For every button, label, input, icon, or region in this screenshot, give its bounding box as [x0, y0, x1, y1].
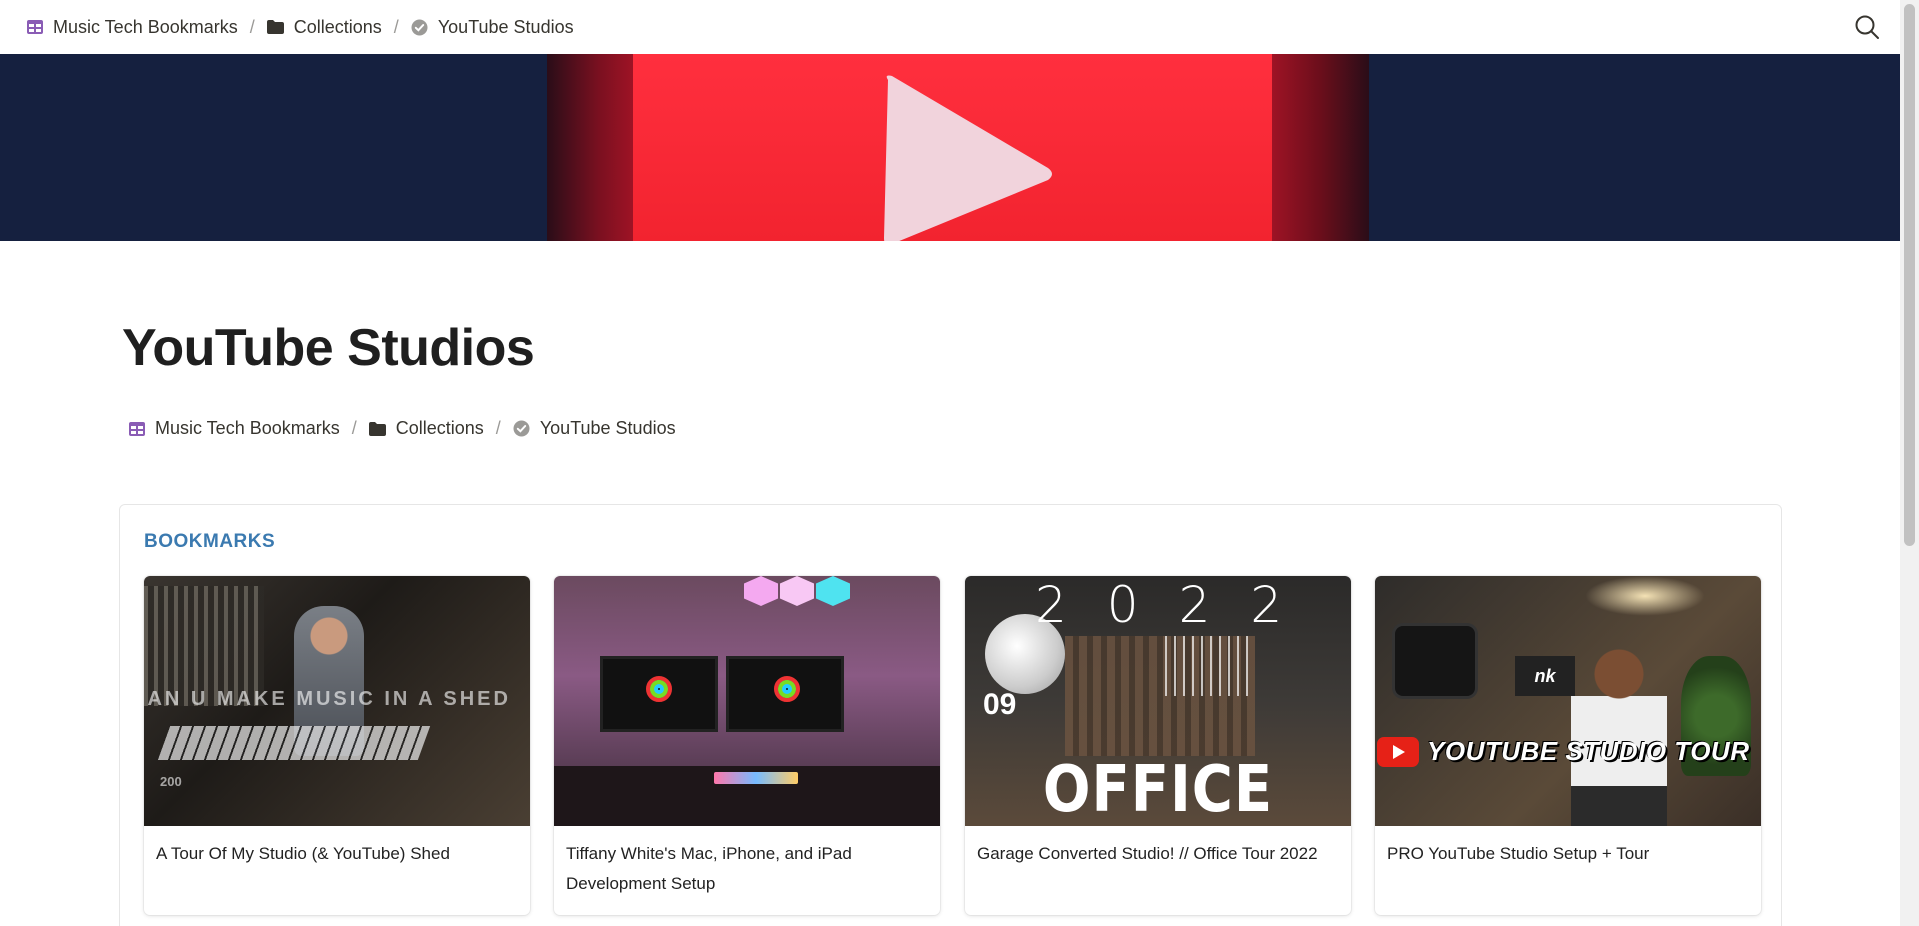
breadcrumb-label: YouTube Studios	[437, 16, 574, 37]
thumb-person	[1571, 636, 1667, 826]
thumb-light-bars	[1165, 636, 1255, 696]
thumb-overlay-number: 09	[983, 688, 1017, 721]
youtube-logo-icon	[1377, 736, 1419, 767]
bookmark-thumbnail: CAN U MAKE MUSIC IN A SHED 200	[144, 576, 530, 826]
thumb-lamp	[1585, 576, 1705, 616]
breadcrumb-separator: /	[351, 418, 357, 438]
breadcrumb-item-youtube-studios[interactable]: YouTube Studios	[411, 17, 574, 38]
breadcrumb-item-music-tech-bookmarks[interactable]: Music Tech Bookmarks	[26, 17, 238, 38]
bookmark-thumbnail: nk YOUTUBE STUDIO TOUR	[1375, 576, 1761, 826]
table-icon	[26, 18, 44, 36]
banner-shadow-left	[547, 54, 633, 241]
breadcrumb-separator: /	[249, 16, 255, 37]
thumb-sign: nk	[1515, 656, 1575, 696]
verified-badge-icon	[513, 420, 531, 438]
thumb-activity-ring	[774, 676, 800, 702]
thumb-activity-ring	[646, 676, 672, 702]
thumb-light-panel	[816, 576, 850, 606]
breadcrumb-label: Music Tech Bookmarks	[155, 418, 340, 438]
breadcrumb-item-collections[interactable]: Collections	[369, 418, 484, 439]
breadcrumb-label: Collections	[395, 418, 484, 438]
page-title: YouTube Studios	[122, 319, 535, 377]
thumb-caption-row: YOUTUBE STUDIO TOUR	[1375, 736, 1761, 767]
bookmark-card[interactable]: CAN U MAKE MUSIC IN A SHED 200 A Tour Of…	[144, 576, 530, 915]
bookmark-title: A Tour Of My Studio (& YouTube) Shed	[156, 844, 450, 863]
bookmark-title: Tiffany White's Mac, iPhone, and iPad De…	[566, 844, 852, 893]
cover-banner	[0, 54, 1900, 241]
bookmark-card[interactable]: nk YOUTUBE STUDIO TOUR PRO YouTube Studi…	[1375, 576, 1761, 915]
thumb-caption: YOUTUBE STUDIO TOUR	[1427, 736, 1750, 766]
page-breadcrumb: Music Tech Bookmarks / Collections / You…	[128, 418, 676, 439]
breadcrumb-label: Collections	[293, 16, 382, 37]
thumb-light-panel	[780, 576, 814, 606]
breadcrumb-item-collections[interactable]: Collections	[267, 17, 382, 38]
table-icon	[128, 420, 146, 438]
thumb-overlay-number: 200	[160, 774, 182, 789]
breadcrumb-item-youtube-studios[interactable]: YouTube Studios	[513, 418, 676, 439]
thumb-overlay-text: CAN U MAKE MUSIC IN A SHED	[144, 688, 511, 710]
bookmark-thumbnail: 2022 09 OFFICE TOUR	[965, 576, 1351, 826]
thumb-year: 2022	[1035, 576, 1323, 634]
thumb-light-panel	[744, 576, 778, 606]
bookmark-title: PRO YouTube Studio Setup + Tour	[1387, 844, 1650, 863]
play-icon	[884, 75, 1052, 241]
search-button[interactable]	[1854, 14, 1880, 40]
thumb-caption: OFFICE TOUR	[1042, 752, 1274, 826]
bookmark-card[interactable]: Tiffany White's Mac, iPhone, and iPad De…	[554, 576, 940, 915]
thumb-keyboard	[714, 772, 798, 784]
banner-shadow-right	[1272, 54, 1369, 241]
top-bar: Music Tech Bookmarks / Collections / You…	[0, 0, 1900, 54]
search-icon	[1855, 15, 1879, 39]
breadcrumb-separator: /	[393, 16, 399, 37]
breadcrumb-separator: /	[495, 418, 501, 438]
bookmarks-panel: BOOKMARKS CAN U MAKE MUSIC IN A SHED 200…	[119, 504, 1782, 926]
breadcrumb-label: Music Tech Bookmarks	[53, 16, 238, 37]
bookmarks-heading: BOOKMARKS	[144, 531, 276, 552]
verified-badge-icon	[411, 18, 429, 36]
thumb-keyboard	[157, 726, 431, 760]
scrollbar-track[interactable]	[1900, 0, 1919, 926]
bookmark-card[interactable]: 2022 09 OFFICE TOUR Garage Converted Stu…	[965, 576, 1351, 915]
scrollbar-thumb[interactable]	[1904, 4, 1915, 546]
bookmark-thumbnail	[554, 576, 940, 826]
folder-icon	[267, 18, 285, 36]
folder-icon	[369, 420, 387, 438]
breadcrumb-item-music-tech-bookmarks[interactable]: Music Tech Bookmarks	[128, 418, 340, 439]
thumb-camera	[1395, 626, 1475, 696]
bookmark-title: Garage Converted Studio! // Office Tour …	[977, 844, 1318, 863]
breadcrumb-label: YouTube Studios	[539, 418, 676, 438]
